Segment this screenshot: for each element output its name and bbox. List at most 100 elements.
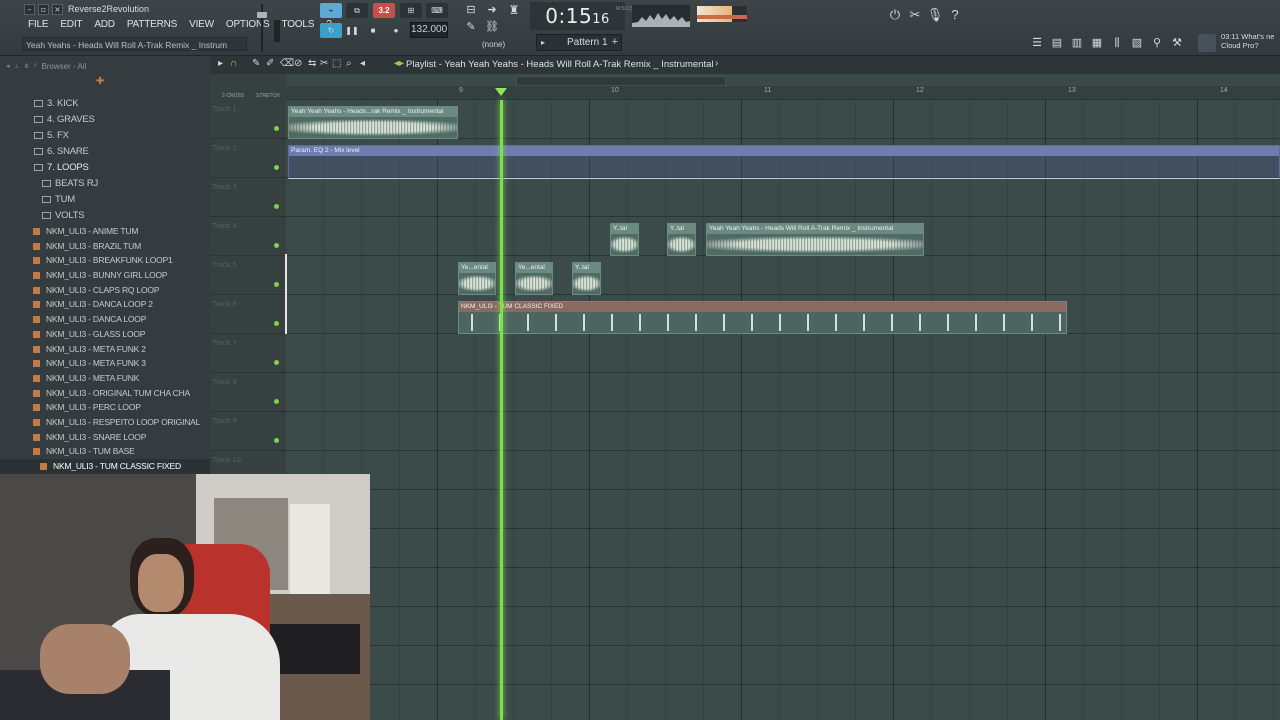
menu-file[interactable]: FILE [22,17,54,33]
record-button[interactable]: ● [385,23,407,38]
folder-loops[interactable]: 7. LOOPS [0,160,210,176]
pattern-selector[interactable]: ▸ Pattern 1 + [536,34,622,51]
track-enable-led[interactable] [274,360,279,365]
browser-search-icon[interactable]: ⌕ [34,62,38,70]
channel-rack-icon[interactable]: ▥ [1068,34,1086,52]
playlist-grid[interactable]: Yeah Yeah Yeahs - Heads...rak Remix _ In… [286,100,1280,720]
playlist-title-arrow-icon[interactable]: › [715,58,718,69]
track-header-5[interactable]: Track 5 [210,256,286,295]
folder-graves[interactable]: 4. GRAVES [0,112,210,128]
download-icon[interactable] [1198,34,1216,52]
typing-keyboard-icon[interactable]: ⌨ [426,3,448,18]
browser-tree-icon[interactable]: ⋔ [24,62,30,70]
time-display[interactable]: 0:1516 [530,2,625,30]
folder-volts[interactable]: VOLTS [0,208,210,224]
piano-roll-icon[interactable]: ▤ [1048,34,1066,52]
folder-snare[interactable]: 6. SNARE [0,144,210,160]
browser-window-icon[interactable]: ▧ [1128,34,1146,52]
track-enable-led[interactable] [274,438,279,443]
tempo-display[interactable]: 132.000 [410,22,448,38]
stop-button[interactable]: ■ [362,23,384,38]
link-icon[interactable]: ⛓ [481,20,503,35]
file-item[interactable]: NKM_ULI3 - ORIGINAL TUM CHA CHA [0,386,210,401]
play-arrow-icon[interactable]: ➜ [481,3,503,18]
track-header-2[interactable]: Track 2 [210,139,286,178]
mode-label-stretch[interactable]: STRETCH [256,93,280,99]
loop-mode-icon[interactable]: ⧉ [346,3,368,18]
mic-icon[interactable]: 🎙 [926,6,944,24]
browser-arrow-icon[interactable]: ◂ [6,62,10,70]
file-item[interactable]: NKM_ULI3 - BREAKFUNK LOOP1 [0,253,210,268]
playlist-window-icon[interactable]: ☰ [1028,34,1046,52]
mute-tool-icon[interactable]: ⊘ [294,58,302,69]
track-enable-led[interactable] [274,282,279,287]
playhead-marker[interactable] [495,88,507,96]
mixer-window-icon[interactable]: ▦ [1088,34,1106,52]
track-header-1[interactable]: Track 1 [210,100,286,139]
timeline-ruler[interactable]: 9 10 11 12 13 14 [286,86,1280,100]
news-panel[interactable]: 03:11 What's ne Cloud Pro? [1221,32,1274,50]
track-header-9[interactable]: Track 9 [210,412,286,451]
restore-icon[interactable]: ▫ [38,4,49,15]
pattern-song-toggle-icon[interactable]: ⌁ [320,3,342,18]
playhead[interactable] [500,100,503,720]
horizontal-scrollbar[interactable] [516,76,726,86]
metronome-icon[interactable]: ↻ [320,23,342,38]
menu-tools[interactable]: TOOLS [275,17,320,33]
plugin-icon[interactable]: ⚲ [1148,34,1166,52]
magnet-snap-icon[interactable]: ∩ [230,58,237,69]
menu-view[interactable]: VIEW [183,17,220,33]
track-header-7[interactable]: Track 7 [210,334,286,373]
file-item[interactable]: NKM_ULI3 - DANCA LOOP [0,312,210,327]
track-enable-led[interactable] [274,204,279,209]
track-header-3[interactable]: Track 3 [210,178,286,217]
pause-button[interactable]: ❚❚ [341,23,363,38]
folder-fx[interactable]: 5. FX [0,128,210,144]
slice-tool-icon[interactable]: ✂ [320,58,328,69]
audio-clip[interactable]: Y..tal [667,223,696,256]
browser-add-icon[interactable]: ✚ [96,76,104,87]
slip-tool-icon[interactable]: ⇆ [308,58,316,69]
browser-pin-icon[interactable]: ⊥ [14,62,20,70]
audio-clip[interactable]: Yeah Yeah Yeahs - Heads...rak Remix _ In… [288,106,458,139]
audio-clip[interactable]: Y..tal [610,223,639,256]
menu-add[interactable]: ADD [88,17,121,33]
file-item-selected[interactable]: NKM_ULI3 - TUM CLASSIC FIXED [0,459,210,474]
folder-kick[interactable]: 3. KICK [0,96,210,112]
track-enable-led[interactable] [274,126,279,131]
mode-label-cross[interactable]: 2-CROSS [222,93,244,99]
file-item[interactable]: NKM_ULI3 - META FUNK 3 [0,356,210,371]
menu-options[interactable]: OPTIONS [220,17,276,33]
menu-edit[interactable]: EDIT [54,17,88,33]
audio-clip[interactable]: Ye...ental [458,262,496,295]
add-pattern-icon[interactable]: + [612,35,618,50]
track-enable-led[interactable] [274,321,279,326]
file-item[interactable]: NKM_ULI3 - META FUNK 2 [0,342,210,357]
playback-tool-icon[interactable]: ◂ [360,58,365,69]
menu-patterns[interactable]: PATTERNS [121,17,183,33]
track-enable-led[interactable] [274,165,279,170]
track-enable-led[interactable] [274,243,279,248]
zoom-tool-icon[interactable]: ⌕ [346,58,352,69]
master-volume-slider[interactable] [257,4,267,52]
draw-tool-icon[interactable]: ✎ [252,58,260,69]
song-mode-badge[interactable]: 3.2 [373,3,395,18]
playlist-arrows-icon[interactable]: ◂▸ [394,58,404,69]
file-item[interactable]: NKM_ULI3 - RESPEITO LOOP ORIGINAL [0,415,210,430]
audio-clip[interactable]: Y..tal [572,262,601,295]
folder-tum[interactable]: TUM [0,192,210,208]
track-enable-led[interactable] [274,399,279,404]
snap-icon[interactable]: ⊟ [460,3,482,18]
file-item[interactable]: NKM_ULI3 - DANCA LOOP 2 [0,297,210,312]
minimize-icon[interactable]: – [24,4,35,15]
file-item[interactable]: NKM_ULI3 - SNARE LOOP [0,430,210,445]
tools-icon[interactable]: ⚒ [1168,34,1186,52]
automation-clip[interactable]: Param. EQ 2 - Mix level [288,145,1280,179]
undo-history-icon[interactable]: ⏻ [886,6,904,24]
eq-icon[interactable]: ⫼ [1108,34,1126,52]
help-icon[interactable]: ? [946,6,964,24]
file-item[interactable]: NKM_ULI3 - ANIME TUM [0,224,210,239]
close-icon[interactable]: × [52,4,63,15]
file-item[interactable]: NKM_ULI3 - BRAZIL TUM [0,239,210,254]
master-pitch-slider[interactable] [274,20,280,42]
